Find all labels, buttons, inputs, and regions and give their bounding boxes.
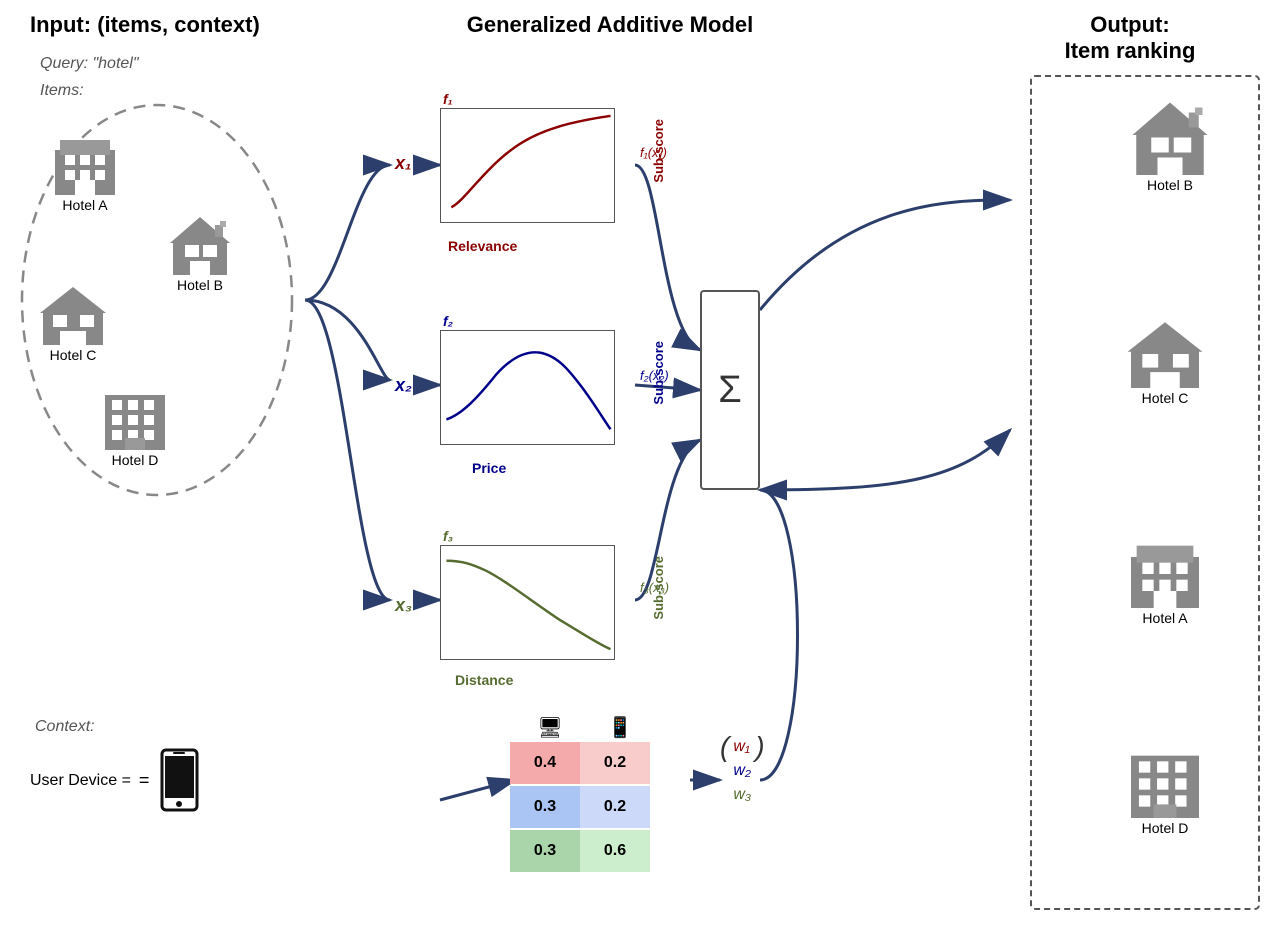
f2-xi-label: f₂(x₂) bbox=[640, 368, 669, 383]
feature-box-f3: f₃ Sub-score bbox=[440, 545, 615, 660]
desktop-header: 🖥 bbox=[515, 715, 585, 740]
matrix-cell-r1c2: 0.2 bbox=[580, 742, 650, 784]
distance-label: Distance bbox=[455, 672, 513, 688]
mobile-header: 📱 bbox=[585, 715, 655, 740]
output-hotel-a: Hotel A bbox=[1125, 540, 1205, 626]
matrix-cell-r3c1: 0.3 bbox=[510, 830, 580, 872]
x2-label: x₂ bbox=[395, 375, 412, 396]
x3-label: x₃ bbox=[395, 595, 412, 616]
output-hotel-d: Hotel D bbox=[1125, 750, 1205, 836]
input-title: Input: (items, context) bbox=[30, 12, 260, 38]
f3-xi-label: f₃(x₃) bbox=[640, 580, 669, 595]
hotel-d-input: Hotel D bbox=[100, 390, 170, 468]
matrix-cell-r2c1: 0.3 bbox=[510, 786, 580, 828]
weight-matrix: 🖥 📱 0.4 0.2 0.3 0.2 0.3 0.6 bbox=[510, 715, 655, 874]
f2-label: f₂ bbox=[443, 313, 453, 329]
x1-label: x₁ bbox=[395, 153, 411, 174]
gam-title: Generalized Additive Model bbox=[430, 12, 790, 38]
feature-box-f1: f₁ Sub-score bbox=[440, 108, 615, 223]
matrix-cell-r1c1: 0.4 bbox=[510, 742, 580, 784]
main-container: Input: (items, context) Generalized Addi… bbox=[0, 0, 1270, 940]
relevance-label: Relevance bbox=[448, 238, 517, 254]
output-title: Output: Item ranking bbox=[1020, 12, 1240, 64]
price-label: Price bbox=[472, 460, 506, 476]
hotel-c-input: Hotel C bbox=[38, 285, 108, 363]
matrix-cell-r2c2: 0.2 bbox=[580, 786, 650, 828]
weight-vector: ( w₁ w₂ w₃ ) bbox=[720, 733, 765, 809]
user-device-row: User Device = = bbox=[30, 748, 202, 813]
hotel-b-input: Hotel B bbox=[165, 215, 235, 293]
output-hotel-c: Hotel C bbox=[1125, 320, 1205, 406]
output-hotel-b: Hotel B bbox=[1125, 100, 1215, 193]
matrix-cell-r3c2: 0.6 bbox=[580, 830, 650, 872]
f3-label: f₃ bbox=[443, 528, 453, 544]
query-label: Query: "hotel" bbox=[40, 55, 139, 73]
equals-sign: = bbox=[139, 770, 150, 791]
f1-xi-label: f₁(x₁) bbox=[640, 145, 667, 160]
feature-box-f2: f₂ Sub-score bbox=[440, 330, 615, 445]
hotel-a-input: Hotel A bbox=[50, 135, 120, 213]
f1-label: f₁ bbox=[443, 91, 453, 107]
sigma-box: Σ bbox=[700, 290, 760, 490]
context-label: Context: bbox=[35, 718, 95, 736]
mobile-device-icon bbox=[157, 748, 202, 813]
